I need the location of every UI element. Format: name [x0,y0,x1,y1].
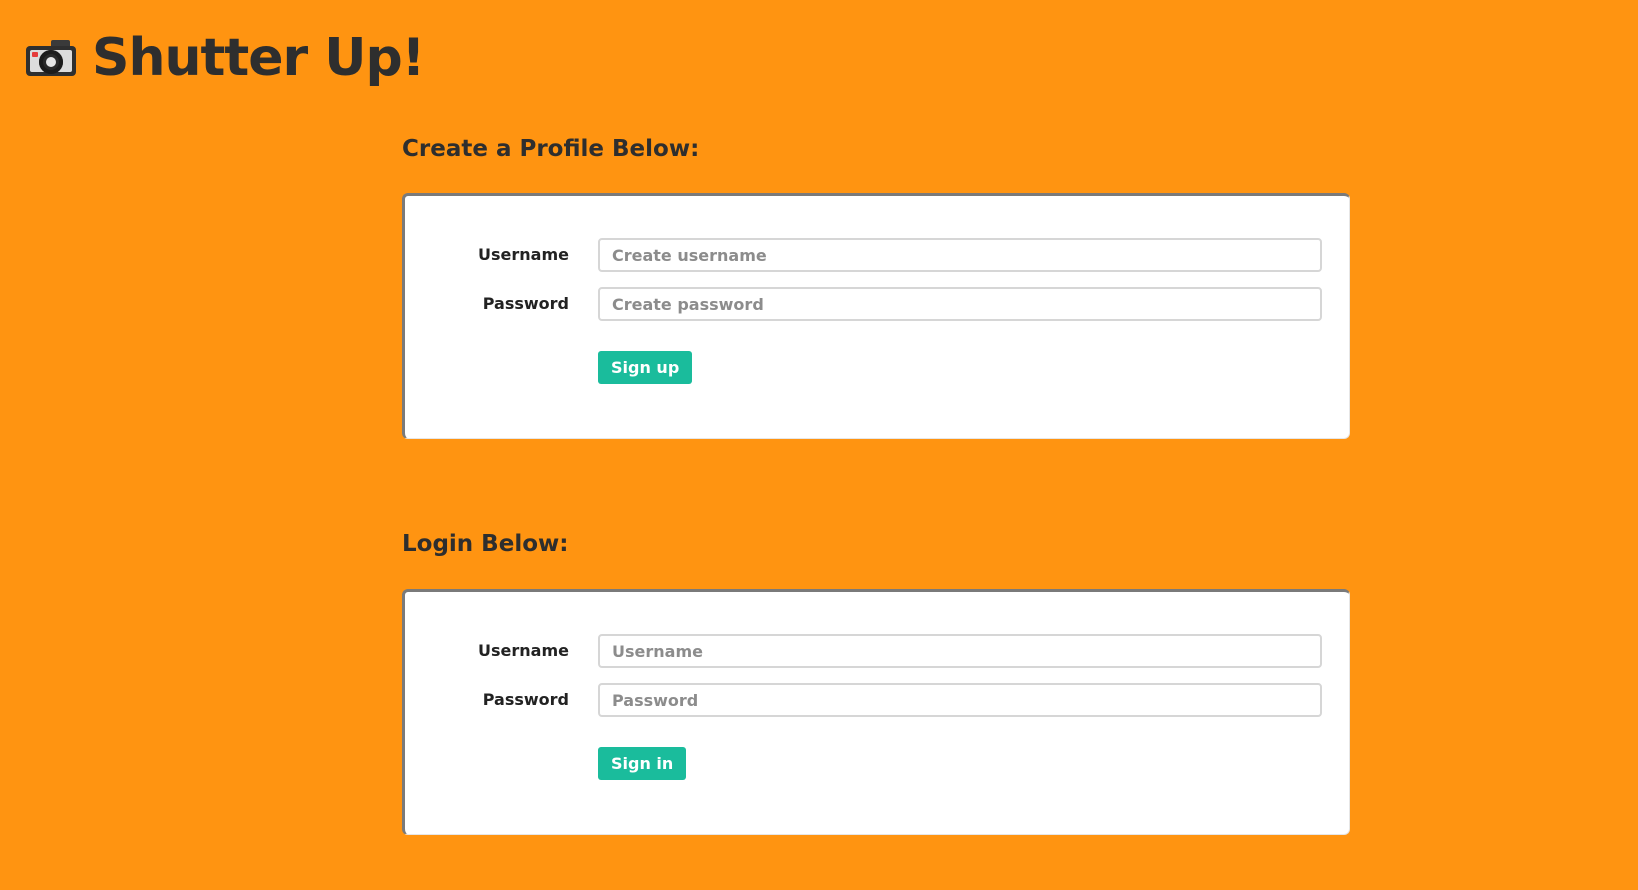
signup-heading: Create a Profile Below: [402,136,700,162]
signup-form: Username Password Sign up [402,193,1350,439]
login-password-row: Password [405,683,1349,717]
login-password-label: Password [482,690,569,709]
signup-username-input[interactable] [598,238,1322,272]
login-username-input[interactable] [598,634,1322,668]
login-username-row: Username [405,634,1349,668]
login-password-input[interactable] [598,683,1322,717]
signup-password-label: Password [482,294,569,313]
app-root: Shutter Up! Create a Profile Below: User… [0,0,1638,890]
app-title: Shutter Up! [92,28,425,88]
login-username-label: Username [478,641,569,660]
login-form: Username Password Sign in [402,589,1350,835]
signup-username-label: Username [478,245,569,264]
login-heading: Login Below: [402,531,569,557]
signup-username-row: Username [405,238,1349,272]
camera-icon [26,40,76,76]
sign-in-button[interactable]: Sign in [598,747,687,780]
sign-up-button[interactable]: Sign up [598,351,693,384]
signup-password-row: Password [405,287,1349,321]
brand-header: Shutter Up! [26,28,425,88]
signup-password-input[interactable] [598,287,1322,321]
